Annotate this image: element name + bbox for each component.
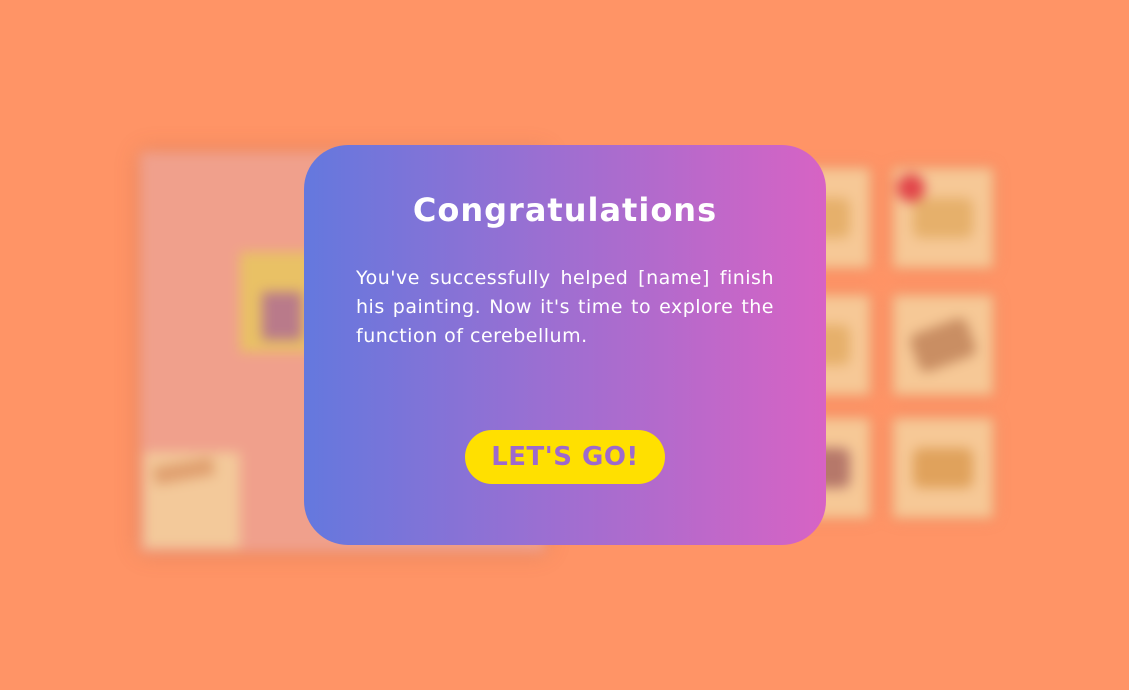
puzzle-tile — [893, 418, 993, 518]
placed-puzzle-piece — [144, 452, 240, 548]
dialog-title: Congratulations — [412, 191, 718, 229]
dialog-message: You've successfully helped [name] finish… — [356, 267, 774, 347]
puzzle-tile — [893, 168, 993, 268]
congratulations-dialog: Congratulations You've successfully help… — [304, 145, 826, 545]
puzzle-tile — [893, 295, 993, 395]
lets-go-button[interactable]: LET'S GO! — [465, 430, 665, 484]
